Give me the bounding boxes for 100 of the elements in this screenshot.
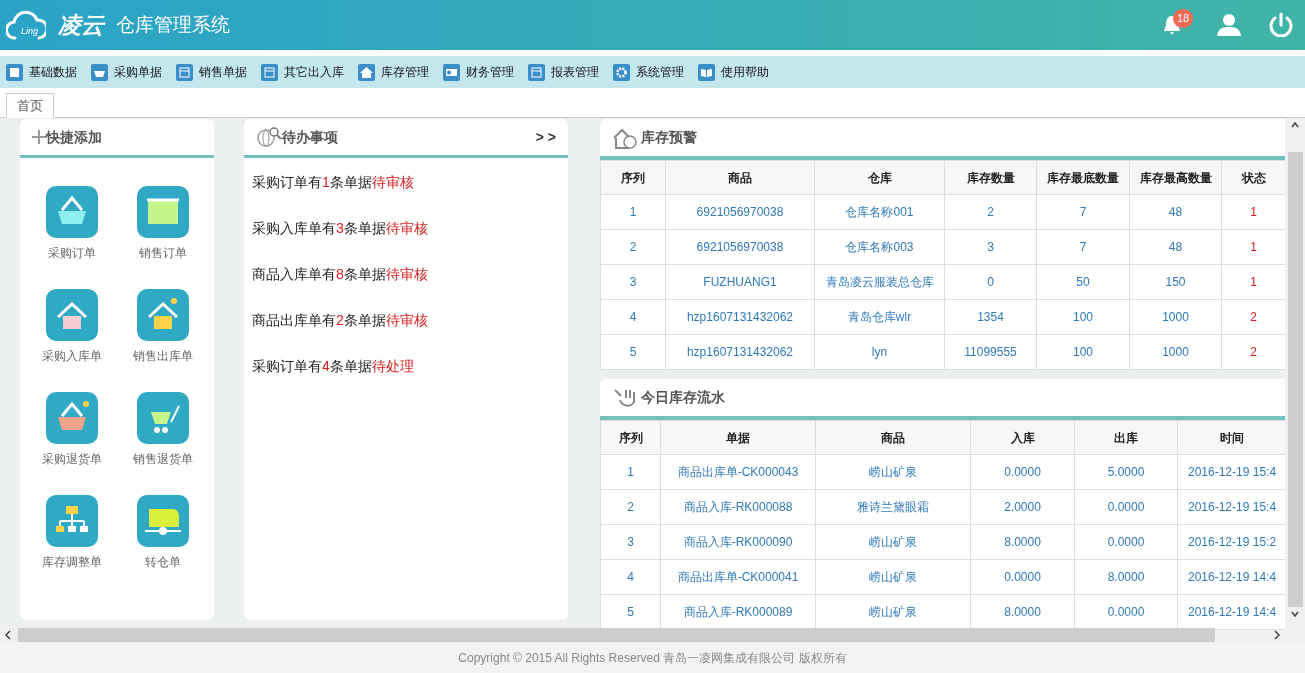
table-cell: 1000 [1129, 299, 1222, 335]
house-icon[interactable] [136, 289, 189, 341]
calendar-icon [176, 63, 193, 81]
table-cell: 2 [600, 229, 666, 265]
todo-item[interactable]: 采购订单有4条单据待处理 [252, 356, 560, 377]
basket-icon[interactable] [45, 186, 98, 238]
table-cell: 0.0000 [1074, 489, 1178, 525]
table-cell: 50 [1036, 264, 1130, 300]
table-cell: 48 [1129, 194, 1222, 230]
todo-item[interactable]: 商品出库单有2条单据待审核 [252, 310, 560, 331]
table-cell: 商品出库单-CK000043 [660, 454, 816, 490]
tab[interactable]: 首页 [6, 92, 54, 118]
table-cell: 48 [1129, 229, 1222, 265]
app-title: 仓库管理系统 [116, 12, 230, 37]
quick-add-link[interactable]: 采购订单 [47, 244, 96, 262]
quick-add-link[interactable]: 采购退货单 [41, 450, 102, 468]
table-cell: 雅诗兰黛眼霜 [815, 489, 971, 525]
vertical-scrollbar[interactable] [1285, 118, 1305, 627]
table-cell: 1000 [1129, 334, 1222, 370]
quick-add-link[interactable]: 销售退货单 [132, 450, 193, 468]
table-cell: hzp1607131432062 [665, 299, 815, 335]
column-header: 仓库 [814, 160, 945, 195]
table-cell: 2.0000 [970, 489, 1075, 525]
table-cell: 7 [1036, 229, 1130, 265]
brand-name: 凌云 [58, 10, 104, 40]
menu-item[interactable]: 其它出入库 [261, 63, 344, 81]
quick-add-link[interactable]: 采购入库单 [41, 347, 102, 365]
table-cell: 3 [600, 264, 666, 300]
gear-icon [613, 63, 630, 81]
cart-icon[interactable] [136, 392, 189, 444]
column-header: 库存数量 [944, 160, 1037, 195]
table-cell: 4 [600, 559, 661, 595]
horizontal-scrollbar[interactable] [0, 627, 1305, 643]
table-cell: 6921056970038 [665, 229, 815, 265]
column-header: 时间 [1177, 420, 1285, 455]
quick-add-link[interactable]: 库存调整单 [41, 553, 102, 571]
table-cell: 仓库名称003 [814, 229, 945, 265]
table-cell: 1354 [944, 299, 1037, 335]
book-icon [698, 63, 715, 81]
column-header: 库存最高数量 [1129, 160, 1222, 195]
table-cell: 2 [600, 489, 661, 525]
column-header: 序列 [600, 160, 666, 195]
table-cell: 崂山矿泉 [815, 454, 971, 490]
menu-item[interactable]: 使用帮助 [698, 63, 769, 81]
column-header: 库存最底数量 [1036, 160, 1130, 195]
table-cell: 5.0000 [1074, 454, 1178, 490]
quick-add-link[interactable]: 销售出库单 [132, 347, 193, 365]
trailer-icon[interactable] [136, 495, 189, 547]
quick-add-link[interactable]: 转仓单 [144, 553, 181, 571]
table-cell: 150 [1129, 264, 1222, 300]
menu-item[interactable]: 报表管理 [528, 63, 599, 81]
plus-icon [32, 130, 46, 144]
hierarchy-icon[interactable] [45, 495, 98, 547]
basket-icon[interactable] [45, 392, 98, 444]
panel-title: 待办事项 [282, 127, 338, 147]
table-cell: 3 [944, 229, 1037, 265]
table-cell: 7 [1036, 194, 1130, 230]
power-icon[interactable] [1269, 13, 1293, 37]
table-cell: 11099555 [944, 334, 1037, 370]
table-cell: 4 [600, 299, 666, 335]
todo-item[interactable]: 采购入库单有3条单据待审核 [252, 218, 560, 239]
table-cell: 2 [944, 194, 1037, 230]
table-cell: 3 [600, 524, 661, 560]
panel-title: 今日库存流水 [641, 388, 725, 407]
house-icon[interactable] [45, 289, 98, 341]
panel-title: 快捷添加 [46, 127, 102, 147]
calendar-icon [261, 63, 278, 81]
todo-item[interactable]: 采购订单有1条单据待审核 [252, 172, 560, 193]
table-cell: lyn [814, 334, 945, 370]
table-cell: 1 [600, 194, 666, 230]
table-cell: 0.0000 [1074, 524, 1178, 560]
table-cell: 100 [1036, 299, 1130, 335]
table-cell: hzp1607131432062 [665, 334, 815, 370]
user-icon[interactable] [1217, 14, 1241, 36]
money-icon [443, 63, 460, 81]
table-cell: 0.0000 [970, 559, 1075, 595]
table-cell: 1 [600, 454, 661, 490]
table-cell: 0 [944, 264, 1037, 300]
todo-item[interactable]: 商品入库单有8条单据待审核 [252, 264, 560, 285]
menu-item[interactable]: 销售单据 [176, 63, 247, 81]
menu-item[interactable]: 财务管理 [443, 63, 514, 81]
menu-item[interactable]: 系统管理 [613, 63, 684, 81]
column-header: 商品 [815, 420, 971, 455]
globe-search-icon [256, 126, 282, 148]
quick-add-link[interactable]: 销售订单 [138, 244, 187, 262]
table-cell: 商品入库-RK000090 [660, 524, 816, 560]
column-header: 商品 [665, 160, 815, 195]
table-cell: 青岛凌云服装总仓库 [814, 264, 945, 300]
menu-item[interactable]: 采购单据 [91, 63, 162, 81]
column-header: 单据 [660, 420, 816, 455]
house-icon [358, 63, 375, 81]
column-header: 状态 [1221, 160, 1285, 195]
menu-item[interactable]: 基础数据 [6, 63, 77, 81]
table-cell: 崂山矿泉 [815, 524, 971, 560]
table-cell: 8.0000 [970, 524, 1075, 560]
column-header: 序列 [600, 420, 661, 455]
notification-count: 18 [1173, 9, 1194, 28]
menu-item[interactable]: 库存管理 [358, 63, 429, 81]
cloud-logo-icon [6, 8, 46, 42]
more-link[interactable]: > > [535, 126, 556, 148]
